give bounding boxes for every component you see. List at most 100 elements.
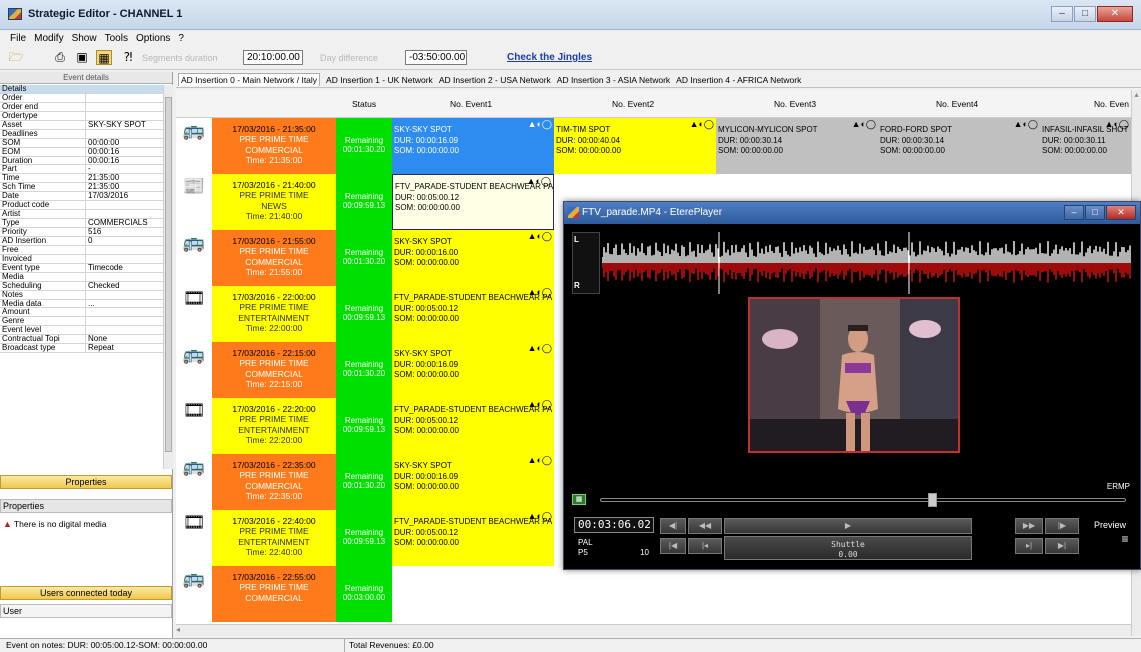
status-cell[interactable]: Remaining 00:01:30.20 [336, 230, 392, 286]
property-row[interactable]: Ordertype [0, 111, 163, 121]
block-info[interactable]: 17/03/2016 - 21:40:00 PRE PRIME TIME NEWS T… [212, 174, 336, 230]
maximize-icon[interactable]: □ [1074, 6, 1096, 22]
block-info[interactable]: 17/03/2016 - 22:40:00 PRE PRIME TIME ENTER… [212, 510, 336, 566]
users-connected-button[interactable]: Users connected today [0, 586, 172, 600]
block-info[interactable]: 17/03/2016 - 22:55:00 PRE PRIME TIME COMME… [212, 566, 336, 622]
block-info[interactable]: 17/03/2016 - 22:00:00 PRE PRIME TIME ENTER… [212, 286, 336, 342]
schedule-row[interactable]: 🚌 17/03/2016 - 21:35:00 PRE PRIME TIME COMM… [176, 118, 1131, 174]
property-row[interactable]: Deadlines [0, 129, 163, 139]
property-value[interactable]: 0 [86, 237, 163, 245]
tab-ad-insertion-4[interactable]: AD Insertion 4 - AFRICA Network [676, 75, 801, 85]
property-row[interactable]: Details [0, 85, 163, 94]
minimize-icon[interactable]: – [1051, 6, 1073, 22]
event-cell[interactable]: ▲◐◯ MYLICON-MYLICON SPOT DUR: 00:00:30.14 S… [716, 118, 878, 174]
block-info[interactable]: 17/03/2016 - 22:35:00 PRE PRIME TIME COMME… [212, 454, 336, 510]
property-row[interactable]: AD Insertion 0 [0, 236, 163, 246]
event-cell[interactable]: ▲◐◯ SKY-SKY SPOT DUR: 00:00:16.00 SOM: 00:0… [392, 230, 554, 286]
help-cursor-icon[interactable]: ⁈ [120, 50, 136, 65]
property-row[interactable]: EOM 00:00:16 [0, 147, 163, 157]
property-row[interactable]: Artist [0, 210, 163, 220]
property-row[interactable]: SOM 00:00:00 [0, 138, 163, 148]
player-titlebar[interactable]: FTV_parade.MP4 - EterePlayer – □ ✕ [564, 202, 1140, 224]
seek-track[interactable] [600, 498, 1126, 502]
property-row[interactable]: Asset SKY-SKY SPOT [0, 120, 163, 130]
property-row[interactable]: Contractual Topi None [0, 335, 163, 345]
property-value[interactable]: 17/03/2016 [86, 192, 163, 200]
property-value[interactable] [86, 112, 163, 120]
block-info[interactable]: 17/03/2016 - 22:15:00 PRE PRIME TIME COMME… [212, 342, 336, 398]
menu-modify[interactable]: Modify [34, 33, 63, 44]
next-frame-button[interactable]: |▶ [1045, 518, 1079, 534]
menu-options[interactable]: Options [136, 33, 170, 44]
menu-tools[interactable]: Tools [105, 33, 128, 44]
goto-out-button[interactable]: ▸| [1015, 538, 1043, 554]
property-row[interactable]: Genre [0, 317, 163, 327]
status-cell[interactable]: Remaining 00:03:00.00 [336, 566, 392, 622]
property-value[interactable] [86, 130, 163, 138]
property-row[interactable]: Date 17/03/2016 [0, 192, 163, 202]
property-value[interactable]: - [86, 165, 163, 173]
tab-ad-insertion-2[interactable]: AD Insertion 2 - USA Network [439, 75, 551, 85]
event-cell[interactable]: ▲◐◯ SKY-SKY SPOT DUR: 00:00:16.09 SOM: 00:0… [392, 118, 554, 174]
property-row[interactable]: Broadcast type Repeat [0, 344, 163, 354]
property-value[interactable]: Checked [86, 282, 163, 290]
event-cell[interactable]: ▲◐◯ FORD-FORD SPOT DUR: 00:00:30.14 SOM: 00… [878, 118, 1040, 174]
col-event2[interactable]: No. Event2 [612, 99, 654, 109]
goto-in-button[interactable]: |◂ [688, 538, 722, 554]
player-close-icon[interactable]: ✕ [1106, 205, 1136, 220]
status-cell[interactable]: Remaining 00:09:59.13 [336, 174, 392, 230]
property-row[interactable]: Sch Time 21:35:00 [0, 183, 163, 193]
scroll-up-icon[interactable]: ▴ [1134, 90, 1138, 99]
event-cell[interactable]: ▲◐◯ FTV_PARADE-STUDENT BEACHWEAR PA DUR: 0… [392, 174, 554, 230]
property-row[interactable]: Order end [0, 102, 163, 112]
col-event4[interactable]: No. Event4 [936, 99, 978, 109]
property-value[interactable]: ... [86, 300, 163, 308]
seek-mode-icon[interactable]: ▦ [572, 494, 586, 505]
tab-ad-insertion-3[interactable]: AD Insertion 3 - ASIA Network [557, 75, 670, 85]
col-event1[interactable]: No. Event1 [450, 99, 492, 109]
print-icon[interactable]: ⎙ [52, 50, 68, 65]
player-minimize-icon[interactable]: – [1064, 205, 1084, 220]
tab-ad-insertion-0[interactable]: AD Insertion 0 - Main Network / Italy [178, 73, 321, 86]
status-cell[interactable]: Remaining 00:01:30.20 [336, 342, 392, 398]
property-value[interactable] [86, 317, 163, 325]
col-status[interactable]: Status [352, 99, 376, 109]
day-difference-field[interactable]: -03:50:00.00 [405, 50, 467, 65]
player-maximize-icon[interactable]: □ [1085, 205, 1105, 220]
property-value[interactable]: 00:00:00 [86, 139, 163, 147]
property-row[interactable]: Duration 00:00:16 [0, 156, 163, 166]
property-row[interactable]: Order [0, 93, 163, 103]
property-row[interactable]: Invoiced [0, 254, 163, 264]
property-value[interactable]: Repeat [86, 344, 163, 352]
mark-in-button[interactable]: |◀ [660, 538, 686, 554]
property-value[interactable] [86, 326, 163, 334]
fast-forward-button[interactable]: ▶▶ [1015, 518, 1043, 534]
tab-ad-insertion-1[interactable]: AD Insertion 1 - UK Network [326, 75, 433, 85]
property-value[interactable] [86, 85, 163, 93]
grid-view-icon[interactable]: ▦ [96, 50, 112, 65]
seek-knob[interactable] [928, 493, 937, 507]
block-info[interactable]: 17/03/2016 - 21:35:00 PRE PRIME TIME COMME… [212, 118, 336, 174]
property-row[interactable]: Notes [0, 290, 163, 300]
scroll-thumb[interactable] [165, 97, 172, 452]
property-value[interactable] [86, 94, 163, 102]
property-row[interactable]: Event level [0, 326, 163, 336]
property-row[interactable]: Product code [0, 201, 163, 211]
property-row[interactable]: Amount [0, 308, 163, 318]
property-value[interactable]: Timecode [86, 264, 163, 272]
status-cell[interactable]: Remaining 00:09:59.13 [336, 510, 392, 566]
menu-show[interactable]: Show [72, 33, 97, 44]
menu-file[interactable]: File [10, 33, 26, 44]
rewind-button[interactable]: ◀◀ [688, 518, 722, 534]
status-cell[interactable]: Remaining 00:01:30.20 [336, 454, 392, 510]
scroll-left-icon[interactable]: ◂ [176, 625, 180, 634]
mark-out-button[interactable]: ▶| [1045, 538, 1079, 554]
prev-frame-button[interactable]: ◀| [660, 518, 686, 534]
block-info[interactable]: 17/03/2016 - 22:20:00 PRE PRIME TIME ENTER… [212, 398, 336, 454]
close-icon[interactable]: ✕ [1097, 6, 1133, 22]
property-value[interactable]: SKY-SKY SPOT [86, 121, 163, 129]
property-value[interactable]: 00:00:16 [86, 157, 163, 165]
play-button[interactable]: ▶ [724, 518, 972, 534]
property-value[interactable]: None [86, 335, 163, 343]
property-value[interactable] [86, 291, 163, 299]
